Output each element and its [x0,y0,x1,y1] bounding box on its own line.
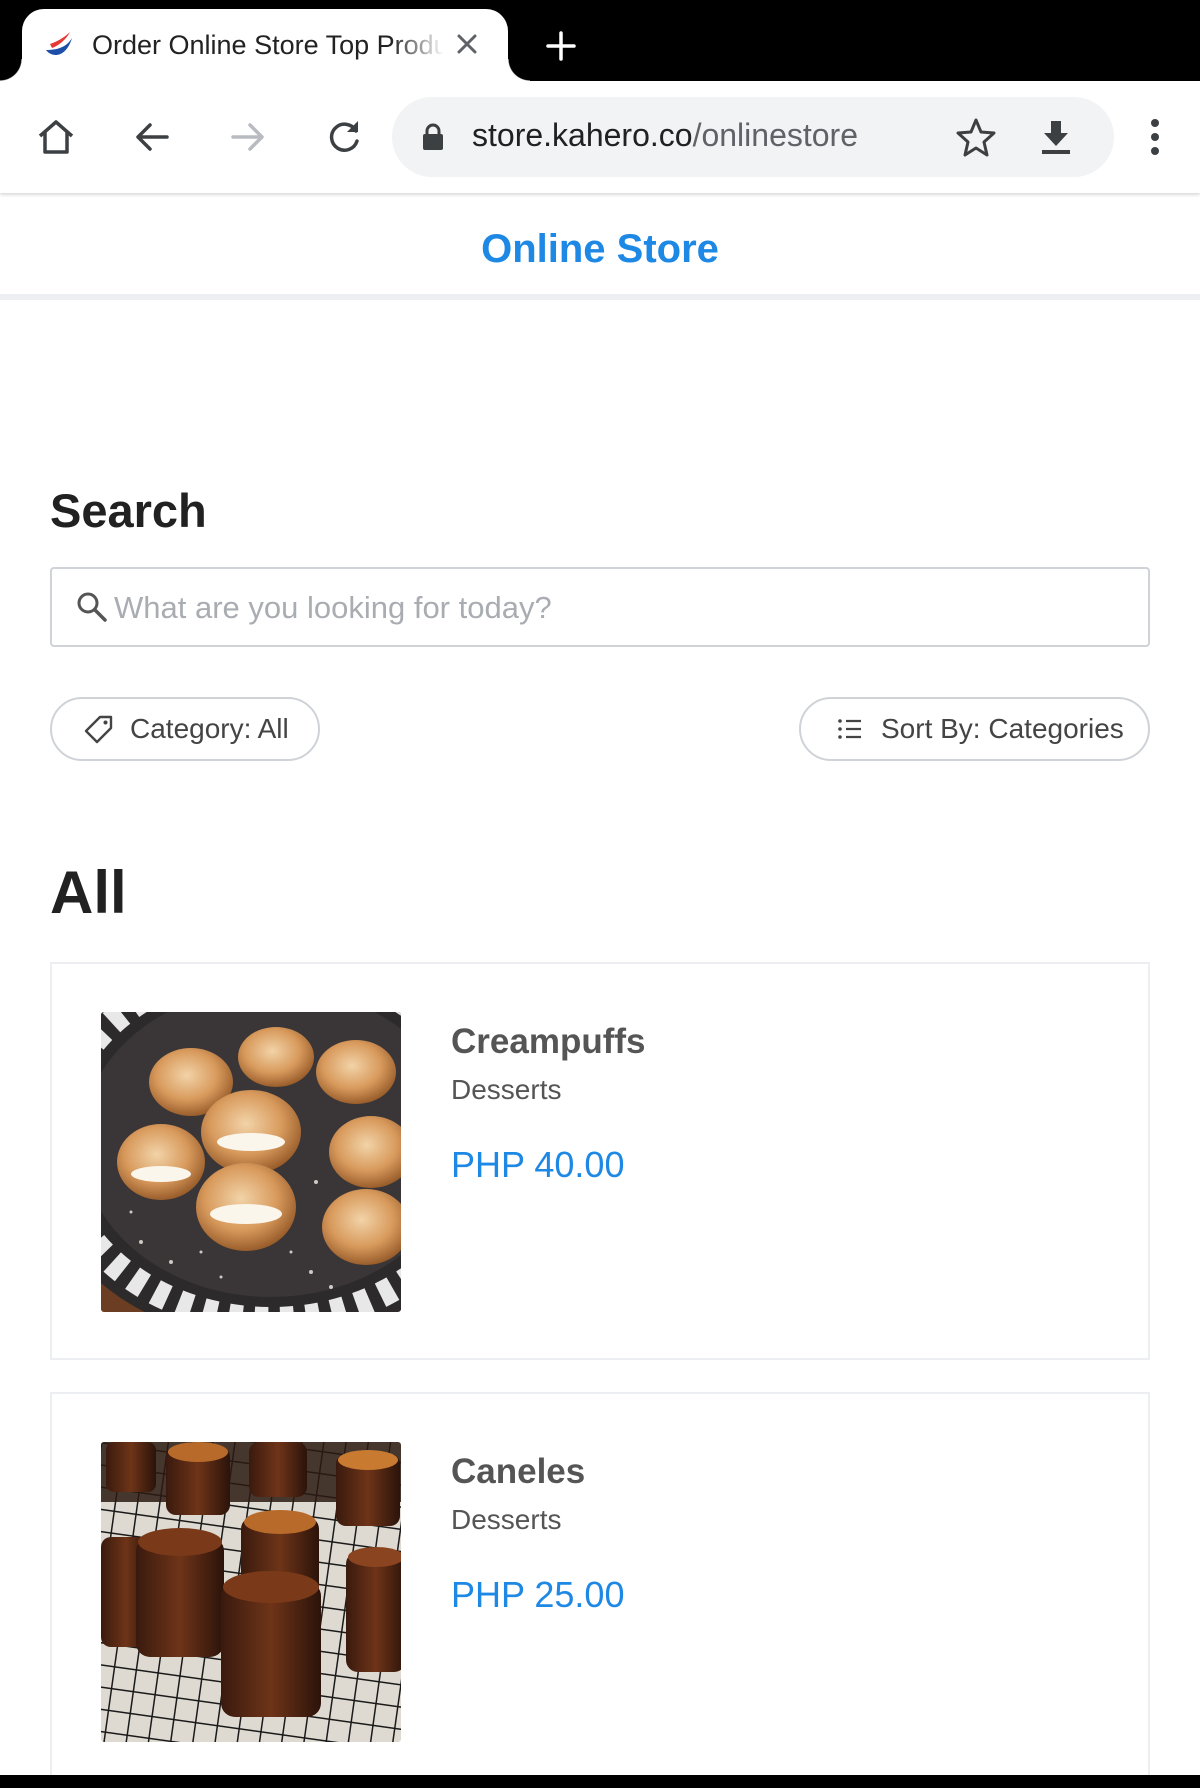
search-box[interactable] [50,567,1150,647]
address-bar[interactable]: store.kahero.co/onlinestore [392,97,1114,177]
product-image[interactable] [101,1012,401,1312]
tab-title: Order Online Store Top Products [92,29,444,60]
sort-label: Sort By: Categories [881,713,1124,744]
system-bottom-bar [0,1775,1200,1788]
reload-icon [329,121,359,152]
sort-button[interactable]: Sort By: Categories [799,697,1150,761]
product-name: Creampuffs [451,1022,646,1061]
product-category: Desserts [451,1504,562,1535]
download-icon[interactable] [1034,115,1078,159]
search-input[interactable] [114,581,1124,635]
home-icon [38,120,74,154]
close-icon[interactable] [452,29,482,59]
store-title[interactable]: Online Store [481,227,719,272]
product-card[interactable]: Caneles Desserts PHP 25.00 [50,1392,1150,1775]
url-text[interactable]: store.kahero.co/onlinestore [472,117,858,154]
back-icon [136,123,169,151]
star-icon[interactable] [954,115,998,159]
list-icon [838,719,861,739]
back-button[interactable] [122,107,182,167]
url-path: /onlinestore [692,117,858,153]
browser-toolbar: store.kahero.co/onlinestore [0,81,1200,193]
plus-icon[interactable] [541,26,581,66]
forward-icon [231,123,264,151]
product-image[interactable] [101,1442,401,1742]
reload-button[interactable] [314,107,374,167]
lock-icon [423,123,443,150]
page-content: Online Store Search Category: All Sort B… [0,193,1200,1775]
search-icon [77,592,107,622]
product-category: Desserts [451,1074,562,1105]
url-domain: store.kahero.co [472,117,693,153]
category-filter-label: Category: All [130,713,289,744]
more-vert-icon[interactable] [1140,107,1170,167]
section-title: All [50,859,127,926]
browser-tab[interactable]: Order Online Store Top Products [0,9,530,81]
store-header: Online Store [0,193,1200,300]
tag-icon [84,715,113,744]
tab-strip: Order Online Store Top Products [0,0,1200,81]
favicon-icon [46,32,72,55]
home-button[interactable] [26,107,86,167]
product-card[interactable]: Creampuffs Desserts PHP 40.00 [50,962,1150,1360]
search-heading: Search [50,484,207,537]
forward-button[interactable] [218,107,278,167]
product-price: PHP 40.00 [451,1144,625,1185]
product-name: Caneles [451,1452,586,1491]
product-price: PHP 25.00 [451,1574,625,1615]
category-filter-button[interactable]: Category: All [50,697,320,761]
